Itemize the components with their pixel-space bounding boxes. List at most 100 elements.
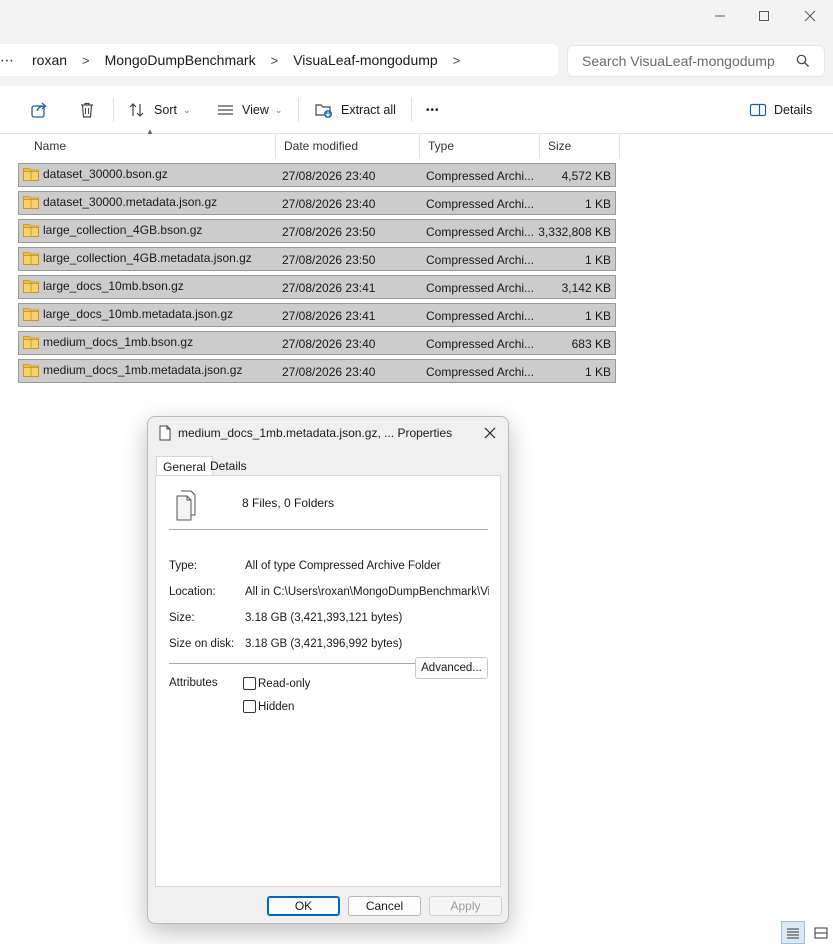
attributes-label: Attributes [169,677,218,689]
file-size: 3,142 KB [561,281,611,295]
size-value: 3.18 GB (3,421,393,121 bytes) [245,612,403,624]
file-name: large_collection_4GB.metadata.json.gz [43,251,252,265]
file-size: 4,572 KB [561,169,611,183]
breadcrumb-separator-chevron-icon[interactable]: > [438,53,476,68]
cancel-button[interactable]: Cancel [348,896,421,916]
more-icon: ••• [426,104,440,116]
file-row[interactable]: dataset_30000.bson.gz 27/08/2026 23:40 Com… [18,163,616,187]
checkbox-box[interactable] [243,700,256,713]
minimize-icon [715,15,725,17]
ok-button[interactable]: OK [267,896,340,916]
file-row[interactable]: medium_docs_1mb.metadata.json.gz 27/08/20… [18,359,616,383]
zip-folder-icon [23,224,39,237]
column-header-name[interactable]: Name [26,134,276,158]
breadcrumb-item-current[interactable]: VisuaLeaf-mongodump [293,52,438,68]
view-button[interactable]: View ⌄ [217,98,282,122]
hidden-checkbox[interactable]: Hidden [243,700,294,713]
advanced-button[interactable]: Advanced... [415,657,488,679]
delete-button[interactable] [78,98,96,122]
details-pane-button[interactable]: Details [749,98,812,122]
details-view-icon [787,928,799,938]
breadcrumb-item-benchmark[interactable]: MongoDumpBenchmark [105,52,256,68]
more-options-button[interactable]: ••• [426,98,440,122]
apply-button[interactable]: Apply [429,896,502,916]
breadcrumb-overflow[interactable]: ⋯ [0,52,32,69]
file-name: medium_docs_1mb.metadata.json.gz [43,363,243,377]
extract-all-button[interactable]: Extract all [315,98,396,122]
divider [169,529,488,530]
file-row[interactable]: large_collection_4GB.metadata.json.gz 27/… [18,247,616,271]
trash-icon [81,102,93,118]
search-icon [796,54,809,67]
close-icon [804,10,816,22]
readonly-checkbox[interactable]: Read-only [243,677,310,690]
dialog-close-button[interactable] [480,423,500,443]
file-size: 1 KB [584,253,611,267]
size-on-disk-value: 3.18 GB (3,421,396,992 bytes) [245,638,403,650]
properties-dialog: medium_docs_1mb.metadata.json.gz, ... Pr… [147,416,509,924]
details-view-button[interactable] [781,921,805,944]
breadcrumb-separator-chevron-icon[interactable]: > [256,53,294,68]
location-value: All in C:\Users\roxan\MongoDumpBenchmark… [245,586,489,598]
file-name-cell: dataset_30000.metadata.json.gz [23,195,217,209]
close-window-button[interactable] [790,4,830,28]
type-label: Type: [169,560,198,572]
file-row[interactable]: large_docs_10mb.bson.gz 27/08/2026 23:41 C… [18,275,616,299]
file-row[interactable]: medium_docs_1mb.bson.gz 27/08/2026 23:40 C… [18,331,616,355]
column-header-date[interactable]: Date modified [276,134,420,158]
column-header-type[interactable]: Type [420,134,540,158]
zip-folder-icon [23,364,39,377]
tab-details[interactable]: Details [204,456,253,476]
file-row[interactable]: large_collection_4GB.bson.gz 27/08/2026 2… [18,219,616,243]
zip-folder-icon [23,308,39,321]
checkbox-box[interactable] [243,677,256,690]
file-name-cell: dataset_30000.bson.gz [23,167,168,181]
column-headers: Name Date modified Type Size [18,134,620,158]
tiles-view-button[interactable] [809,921,833,944]
dialog-title-bar[interactable]: medium_docs_1mb.metadata.json.gz, ... Pr… [148,417,508,449]
minimize-button[interactable] [700,4,740,28]
type-value: All of type Compressed Archive Folder [245,560,441,572]
file-type: Compressed Archi... [426,337,535,351]
location-label: Location: [169,586,216,598]
column-header-size[interactable]: Size [540,134,620,158]
command-bar: Sort ⌄ View ⌄ Extract all ••• Details [0,86,833,134]
maximize-button[interactable] [744,4,784,28]
toolbar-divider [411,98,412,122]
file-name: large_docs_10mb.metadata.json.gz [43,307,234,321]
view-label: View [242,103,269,117]
file-name-cell: medium_docs_1mb.bson.gz [23,335,193,349]
general-panel: 8 Files, 0 Folders Type: All of type Com… [155,475,501,887]
extract-all-label: Extract all [341,103,396,117]
zip-folder-icon [23,336,39,349]
zip-folder-icon [23,280,39,293]
file-name: large_collection_4GB.bson.gz [43,223,203,237]
file-row[interactable]: dataset_30000.metadata.json.gz 27/08/2026… [18,191,616,215]
breadcrumb[interactable]: ⋯ roxan > MongoDumpBenchmark > VisuaLeaf… [0,44,558,76]
maximize-icon [759,11,769,21]
file-type: Compressed Archi... [426,169,535,183]
share-icon [31,102,47,118]
file-name-cell: large_collection_4GB.metadata.json.gz [23,251,252,265]
file-date: 27/08/2026 23:40 [282,365,376,379]
readonly-label: Read-only [258,677,311,690]
file-date: 27/08/2026 23:41 [282,281,376,295]
file-row[interactable]: large_docs_10mb.metadata.json.gz 27/08/20… [18,303,616,327]
toolbar-divider [298,98,299,122]
breadcrumb-item-roxan[interactable]: roxan [32,52,67,68]
file-date: 27/08/2026 23:50 [282,225,376,239]
details-label: Details [774,103,813,117]
file-name-cell: large_collection_4GB.bson.gz [23,223,202,237]
file-type: Compressed Archi... [426,253,535,267]
close-icon [484,427,496,439]
view-list-icon [218,105,233,115]
file-type: Compressed Archi... [426,281,535,295]
view-toggle [781,921,833,944]
breadcrumb-separator-chevron-icon[interactable]: > [67,53,105,68]
multiple-files-icon [176,490,196,521]
toolbar-divider [113,98,114,122]
sort-button[interactable]: Sort ⌄ [128,98,190,122]
share-button[interactable] [30,98,48,122]
file-size: 1 KB [584,365,611,379]
search-input[interactable]: Search VisuaLeaf-mongodump [567,45,825,77]
